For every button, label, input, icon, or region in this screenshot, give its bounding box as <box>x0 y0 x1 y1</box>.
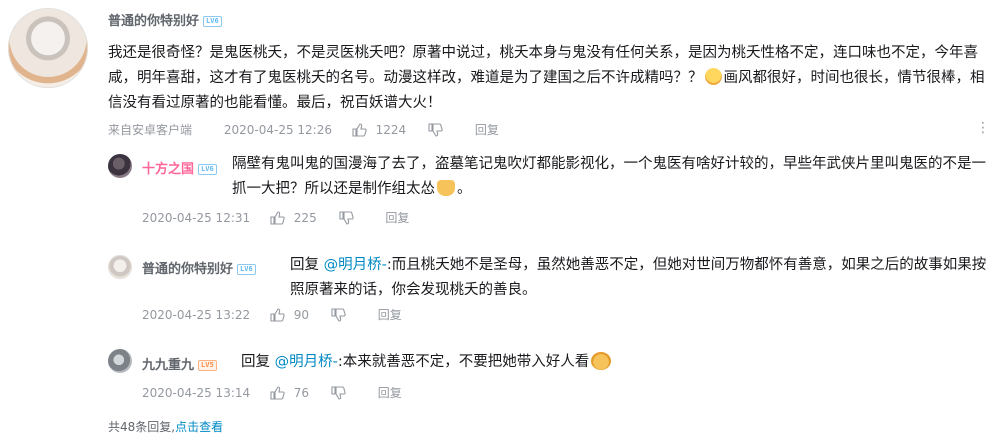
reply-meta: 2020-04-25 12:31 225 回复 <box>142 209 409 226</box>
comment-meta: 来自安卓客户端 2020-04-25 12:26 1224 回复 <box>108 121 499 138</box>
reply-body: 回复 @明月桥-:而且桃夭她不是圣母，虽然她善恶不定，但她对世间万物都怀有善意，… <box>290 253 990 303</box>
username[interactable]: 普通的你特别好 LV6 <box>108 10 222 29</box>
reply-username-text[interactable]: 九九重九 <box>142 358 194 373</box>
thumbs-up-icon[interactable] <box>352 122 367 137</box>
timestamp: 2020-04-25 13:22 <box>142 307 251 322</box>
reply-body: 回复 @明月桥-:本来就善恶不定，不要把她带入好人看 <box>241 350 986 375</box>
view-more-link[interactable]: 点击查看 <box>175 418 223 435</box>
reply-meta: 2020-04-25 13:22 90 回复 <box>142 306 402 323</box>
reply-username[interactable]: 普通的你特别好 LV6 <box>142 258 256 277</box>
thumbs-down-icon[interactable] <box>338 210 354 225</box>
cat-emoji-icon <box>437 180 455 196</box>
reply-avatar[interactable] <box>108 154 132 178</box>
client-source: 来自安卓客户端 <box>108 123 193 137</box>
level-badge: LV5 <box>198 360 217 371</box>
timestamp: 2020-04-25 12:31 <box>142 210 251 225</box>
reply-text: :本来就善恶不定，不要把她带入好人看 <box>337 354 590 370</box>
thumbs-down-icon[interactable] <box>428 122 443 137</box>
level-badge: LV6 <box>203 16 222 27</box>
like-count: 90 <box>293 307 310 322</box>
thumbs-down-icon[interactable] <box>331 385 346 400</box>
reply-username-text[interactable]: 普通的你特别好 <box>142 262 233 277</box>
reply-username[interactable]: 九九重九 LV5 <box>142 354 217 373</box>
comment-body: 我还是很奇怪？是鬼医桃夭，不是灵医桃夭吧？原著中说过，桃夭本身与鬼没有任何关系，… <box>108 41 988 116</box>
reply-button[interactable]: 回复 <box>475 121 499 138</box>
emoji-icon <box>591 352 612 370</box>
reply-button[interactable]: 回复 <box>385 209 409 226</box>
reply-button[interactable]: 回复 <box>378 384 402 401</box>
thumbs-up-icon[interactable] <box>270 210 285 225</box>
reply-footer: 共48条回复,点击查看 <box>108 418 223 435</box>
thumbs-up-icon[interactable] <box>270 307 285 322</box>
thumbs-up-icon[interactable] <box>270 385 285 400</box>
emoji-icon <box>704 68 722 85</box>
like-count: 76 <box>293 385 310 400</box>
more-options-icon[interactable]: ⋮ <box>976 121 990 135</box>
reply-meta: 2020-04-25 13:14 76 回复 <box>142 384 402 401</box>
timestamp: 2020-04-25 12:26 <box>223 122 332 137</box>
reply-username[interactable]: 十方之国 LV6 <box>142 158 217 177</box>
reply-button[interactable]: 回复 <box>378 306 402 323</box>
reply-username-text[interactable]: 十方之国 <box>142 162 194 177</box>
user-avatar[interactable] <box>8 8 88 88</box>
reply-prefix: 回复 <box>290 257 319 273</box>
reply-text: :而且桃夭她不是圣母，虽然她善恶不定，但她对世间万物都怀有善意，如果之后的故事如… <box>290 257 987 298</box>
mention-link[interactable]: @明月桥- <box>275 354 338 370</box>
level-badge: LV6 <box>198 164 217 175</box>
level-badge: LV6 <box>237 264 256 275</box>
reply-body: 隔壁有鬼叫鬼的国漫海了去了，盗墓笔记鬼吹灯都能影视化，一个鬼医有啥好计较的，早些… <box>232 152 987 202</box>
username-text[interactable]: 普通的你特别好 <box>108 14 199 29</box>
reply-prefix: 回复 <box>241 354 270 370</box>
reply-avatar[interactable] <box>108 255 132 279</box>
reply-text: 隔壁有鬼叫鬼的国漫海了去了，盗墓笔记鬼吹灯都能影视化，一个鬼医有啥好计较的，早些… <box>232 156 986 197</box>
reply-text-end: 。 <box>457 181 472 197</box>
like-count: 225 <box>293 210 317 225</box>
thumbs-down-icon[interactable] <box>331 307 346 322</box>
timestamp: 2020-04-25 13:14 <box>142 385 251 400</box>
mention-link[interactable]: @明月桥- <box>324 257 387 273</box>
reply-avatar[interactable] <box>108 349 132 373</box>
like-count: 1224 <box>375 122 407 137</box>
total-replies: 共48条回复, <box>108 420 176 434</box>
